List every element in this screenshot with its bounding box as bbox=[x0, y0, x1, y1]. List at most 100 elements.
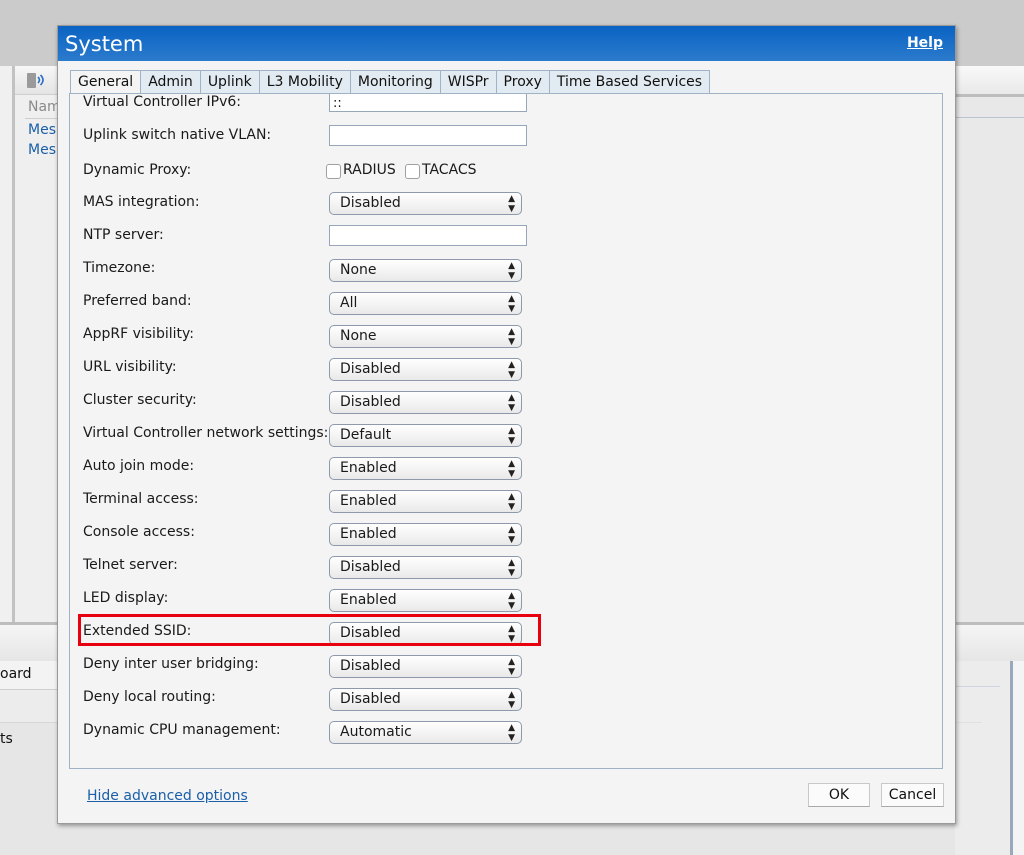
vc-network-settings-value: Default bbox=[340, 427, 392, 443]
auto-join-mode-label: Auto join mode: bbox=[83, 458, 195, 474]
tacacs-checkbox-label[interactable]: TACACS bbox=[422, 162, 477, 178]
select-arrows-icon: ▲ ▼ bbox=[508, 657, 515, 677]
background-network-link[interactable]: Mesl bbox=[28, 122, 60, 138]
tab-monitoring[interactable]: Monitoring bbox=[350, 70, 441, 94]
url-visibility-value: Disabled bbox=[340, 361, 401, 377]
telnet-server-value: Disabled bbox=[340, 559, 401, 575]
extended-ssid-label: Extended SSID: bbox=[83, 623, 192, 639]
uplink-vlan-label: Uplink switch native VLAN: bbox=[83, 127, 272, 143]
deny-local-routing-value: Disabled bbox=[340, 691, 401, 707]
ok-button[interactable]: OK bbox=[808, 783, 870, 807]
apprf-visibility-label: AppRF visibility: bbox=[83, 326, 194, 342]
terminal-access-select[interactable]: Enabled ▲ ▼ bbox=[329, 490, 522, 513]
dialog-title: System bbox=[65, 32, 144, 56]
led-display-label: LED display: bbox=[83, 590, 169, 606]
preferred-band-value: All bbox=[340, 295, 358, 311]
cancel-button[interactable]: Cancel bbox=[881, 783, 944, 807]
tab-uplink[interactable]: Uplink bbox=[200, 70, 260, 94]
select-arrows-icon: ▲ ▼ bbox=[508, 194, 515, 214]
select-arrows-icon: ▲ ▼ bbox=[508, 426, 515, 446]
telnet-server-select[interactable]: Disabled ▲ ▼ bbox=[329, 556, 522, 579]
url-visibility-select[interactable]: Disabled ▲ ▼ bbox=[329, 358, 522, 381]
led-display-value: Enabled bbox=[340, 592, 397, 608]
select-arrows-icon: ▲ ▼ bbox=[508, 327, 515, 347]
select-arrows-icon: ▲ ▼ bbox=[508, 690, 515, 710]
select-arrows-icon: ▲ ▼ bbox=[508, 459, 515, 479]
hide-advanced-options-link[interactable]: Hide advanced options bbox=[87, 788, 248, 804]
background-left-panel bbox=[0, 66, 15, 622]
background-bottom-text: ts bbox=[0, 731, 13, 747]
deny-local-routing-select[interactable]: Disabled ▲ ▼ bbox=[329, 688, 522, 711]
auto-join-mode-select[interactable]: Enabled ▲ ▼ bbox=[329, 457, 522, 480]
extended-ssid-select[interactable]: Disabled ▲ ▼ bbox=[329, 622, 522, 645]
extended-ssid-value: Disabled bbox=[340, 625, 401, 641]
apprf-visibility-select[interactable]: None ▲ ▼ bbox=[329, 325, 522, 348]
vc-network-settings-select[interactable]: Default ▲ ▼ bbox=[329, 424, 522, 447]
background-divider bbox=[25, 118, 60, 119]
dialog-titlebar[interactable]: System Help bbox=[58, 26, 955, 61]
console-access-select[interactable]: Enabled ▲ ▼ bbox=[329, 523, 522, 546]
select-arrows-icon: ▲ ▼ bbox=[508, 558, 515, 578]
led-display-select[interactable]: Enabled ▲ ▼ bbox=[329, 589, 522, 612]
background-right-lower-panel bbox=[955, 661, 1010, 855]
deny-local-routing-label: Deny local routing: bbox=[83, 689, 216, 705]
timezone-label: Timezone: bbox=[83, 260, 156, 276]
timezone-select[interactable]: None ▲ ▼ bbox=[329, 259, 522, 282]
radius-checkbox-label[interactable]: RADIUS bbox=[343, 162, 396, 178]
timezone-value: None bbox=[340, 262, 377, 278]
dynamic-cpu-management-label: Dynamic CPU management: bbox=[83, 722, 281, 738]
tab-admin[interactable]: Admin bbox=[141, 70, 201, 94]
mas-integration-label: MAS integration: bbox=[83, 194, 200, 210]
tab-proxy[interactable]: Proxy bbox=[496, 70, 550, 94]
console-access-value: Enabled bbox=[340, 526, 397, 542]
system-dialog: System Help General Admin Uplink L3 Mobi… bbox=[57, 25, 956, 824]
tab-bar: General Admin Uplink L3 Mobility Monitor… bbox=[70, 70, 711, 96]
access-point-signal-icon[interactable] bbox=[25, 70, 47, 90]
auto-join-mode-value: Enabled bbox=[340, 460, 397, 476]
mas-integration-value: Disabled bbox=[340, 195, 401, 211]
tab-l3-mobility[interactable]: L3 Mobility bbox=[259, 70, 351, 94]
console-access-label: Console access: bbox=[83, 524, 195, 540]
background-bottom-tab-label[interactable]: oard bbox=[0, 666, 32, 682]
dynamic-cpu-management-select[interactable]: Automatic ▲ ▼ bbox=[329, 721, 522, 744]
general-settings-panel: Virtual Controller IPv6: :: Uplink switc… bbox=[69, 93, 943, 769]
select-arrows-icon: ▲ ▼ bbox=[508, 360, 515, 380]
deny-inter-user-bridging-label: Deny inter user bridging: bbox=[83, 656, 259, 672]
background-right-subheader bbox=[955, 97, 1024, 118]
help-link[interactable]: Help bbox=[907, 35, 943, 51]
mas-integration-select[interactable]: Disabled ▲ ▼ bbox=[329, 192, 522, 215]
radius-checkbox[interactable] bbox=[326, 164, 341, 179]
url-visibility-label: URL visibility: bbox=[83, 359, 177, 375]
vc-network-settings-label: Virtual Controller network settings: bbox=[83, 425, 329, 441]
select-arrows-icon: ▲ ▼ bbox=[508, 591, 515, 611]
background-divider bbox=[955, 722, 982, 723]
background-divider bbox=[955, 686, 1000, 687]
select-arrows-icon: ▲ ▼ bbox=[508, 393, 515, 413]
background-right-edge bbox=[1013, 661, 1024, 855]
vc-ipv6-input[interactable]: :: bbox=[329, 94, 527, 112]
select-arrows-icon: ▲ ▼ bbox=[508, 624, 515, 644]
select-arrows-icon: ▲ ▼ bbox=[508, 525, 515, 545]
background-column-header[interactable]: Nam bbox=[28, 99, 61, 115]
cluster-security-value: Disabled bbox=[340, 394, 401, 410]
ntp-server-input[interactable] bbox=[329, 225, 527, 246]
preferred-band-label: Preferred band: bbox=[83, 293, 192, 309]
background-right-panel bbox=[955, 118, 1024, 623]
preferred-band-select[interactable]: All ▲ ▼ bbox=[329, 292, 522, 315]
background-network-link[interactable]: Mesl bbox=[28, 142, 60, 158]
dynamic-proxy-label: Dynamic Proxy: bbox=[83, 162, 192, 178]
uplink-vlan-input[interactable] bbox=[329, 125, 527, 146]
vc-ipv6-label: Virtual Controller IPv6: bbox=[83, 94, 241, 110]
select-arrows-icon: ▲ ▼ bbox=[508, 492, 515, 512]
cluster-security-label: Cluster security: bbox=[83, 392, 197, 408]
deny-inter-user-bridging-select[interactable]: Disabled ▲ ▼ bbox=[329, 655, 522, 678]
tab-wispr[interactable]: WISPr bbox=[440, 70, 497, 94]
tacacs-checkbox[interactable] bbox=[405, 164, 420, 179]
terminal-access-label: Terminal access: bbox=[83, 491, 199, 507]
apprf-visibility-value: None bbox=[340, 328, 377, 344]
terminal-access-value: Enabled bbox=[340, 493, 397, 509]
tab-time-based-services[interactable]: Time Based Services bbox=[549, 70, 711, 94]
cluster-security-select[interactable]: Disabled ▲ ▼ bbox=[329, 391, 522, 414]
dynamic-cpu-management-value: Automatic bbox=[340, 724, 412, 740]
select-arrows-icon: ▲ ▼ bbox=[508, 261, 515, 281]
